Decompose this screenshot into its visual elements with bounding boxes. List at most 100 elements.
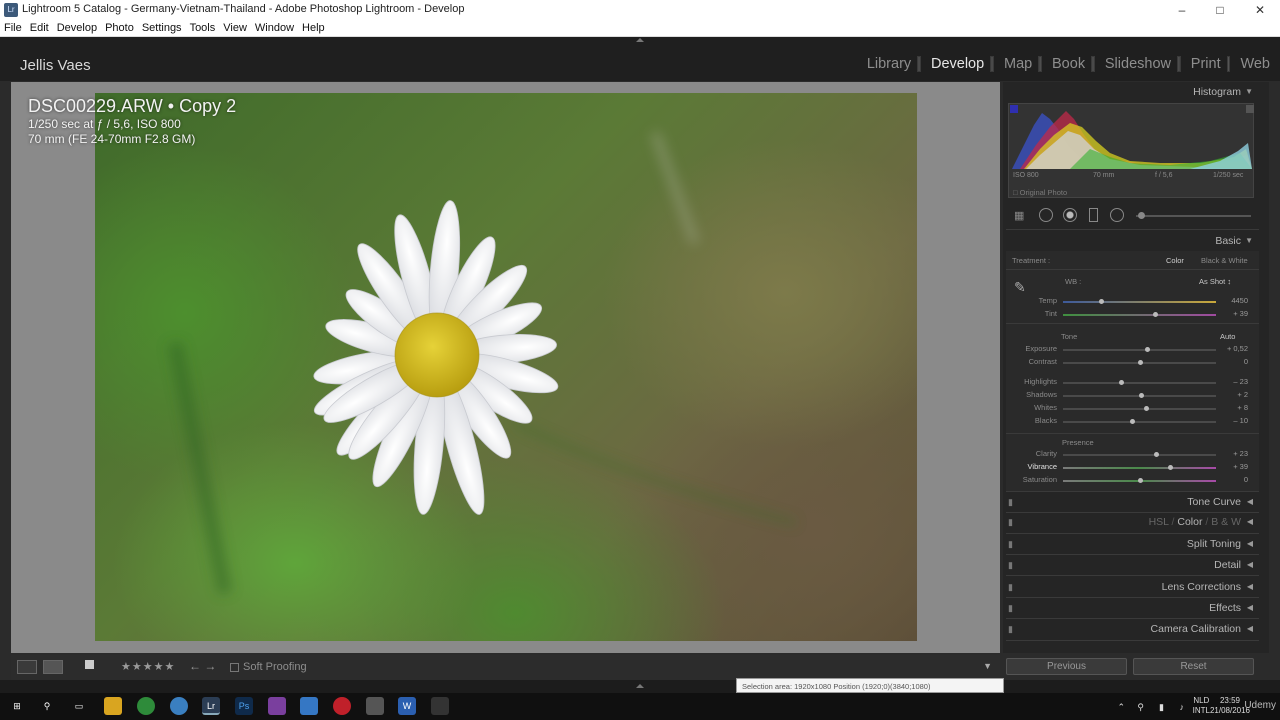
panel-switch-icon[interactable]: ▮ — [1008, 492, 1013, 512]
app-icon[interactable] — [268, 697, 286, 715]
rating-stars[interactable]: ★★★★★ — [121, 660, 175, 673]
network-icon[interactable]: ⚲ — [1137, 702, 1144, 713]
panel-switch-icon[interactable]: ▮ — [1008, 555, 1013, 575]
rotate-arrows-icon[interactable]: ← → — [189, 659, 216, 673]
slider-track[interactable] — [1063, 454, 1216, 456]
tone-curve-panel-header[interactable]: ▮ Tone Curve ◀ — [1006, 492, 1259, 512]
split-toning-panel-header[interactable]: ▮ Split Toning ◀ — [1006, 534, 1259, 554]
slider-track[interactable] — [1063, 382, 1216, 384]
histogram-header[interactable]: Histogram ▼ — [1006, 82, 1259, 102]
menu-window[interactable]: Window — [251, 20, 298, 34]
soft-proofing-checkbox[interactable] — [230, 663, 239, 672]
basic-panel-header[interactable]: Basic ▼ — [1006, 231, 1259, 251]
slider-value[interactable]: – 23 — [1218, 377, 1248, 386]
slider-row-shadows[interactable]: Shadows + 2 — [1006, 390, 1259, 402]
slider-value[interactable]: + 39 — [1218, 309, 1248, 318]
previous-button[interactable]: Previous — [1006, 658, 1127, 675]
before-after-view-button[interactable] — [43, 660, 63, 674]
slider-track[interactable] — [1063, 314, 1216, 316]
color-tab[interactable]: Color — [1177, 516, 1202, 528]
module-map[interactable]: Map — [1004, 56, 1032, 72]
chrome-icon[interactable] — [137, 697, 155, 715]
crop-tool-icon[interactable]: ▦ — [1014, 209, 1024, 222]
slider-value[interactable]: – 10 — [1218, 416, 1248, 425]
hsl-tab[interactable]: HSL — [1149, 516, 1169, 528]
module-slideshow[interactable]: Slideshow — [1105, 56, 1171, 72]
maximize-button[interactable]: □ — [1200, 0, 1240, 20]
slider-row-whites[interactable]: Whites + 8 — [1006, 403, 1259, 415]
menu-file[interactable]: File — [0, 20, 26, 34]
slider-track[interactable] — [1063, 301, 1216, 303]
menu-develop[interactable]: Develop — [53, 20, 101, 34]
top-panel-toggle-icon[interactable] — [636, 38, 644, 42]
slider-value[interactable]: 0 — [1218, 357, 1248, 366]
start-icon[interactable]: ⊞ — [8, 697, 26, 715]
slider-value[interactable]: 0 — [1218, 475, 1248, 484]
slider-row-temp[interactable]: Temp 4450 — [1006, 296, 1259, 308]
slider-thumb[interactable] — [1137, 360, 1143, 365]
slider-value[interactable]: + 0,52 — [1218, 344, 1248, 353]
app-icon[interactable] — [170, 697, 188, 715]
slider-thumb[interactable] — [1168, 465, 1174, 470]
module-web[interactable]: Web — [1240, 56, 1270, 72]
slider-track[interactable] — [1063, 467, 1216, 469]
app-icon[interactable] — [431, 697, 449, 715]
slider-value[interactable]: + 39 — [1218, 462, 1248, 471]
treatment-color-option[interactable]: Color — [1166, 256, 1184, 265]
panel-switch-icon[interactable]: ▮ — [1008, 534, 1013, 554]
word-icon[interactable]: W — [398, 697, 416, 715]
wb-preset-dropdown[interactable]: As Shot ↕ — [1199, 277, 1231, 286]
module-develop[interactable]: Develop — [931, 56, 984, 72]
red-eye-icon[interactable] — [1063, 208, 1077, 222]
bw-tab[interactable]: B & W — [1211, 516, 1241, 528]
app-icon[interactable] — [300, 697, 318, 715]
menu-settings[interactable]: Settings — [138, 20, 186, 34]
battery-icon[interactable]: ▮ — [1159, 702, 1164, 713]
lens-corrections-panel-header[interactable]: ▮ Lens Corrections ◀ — [1006, 577, 1259, 597]
volume-icon[interactable]: ♪ — [1180, 702, 1185, 712]
filmstrip-toggle-icon[interactable] — [636, 684, 644, 688]
menu-edit[interactable]: Edit — [26, 20, 53, 34]
slider-thumb[interactable] — [1152, 312, 1158, 317]
slider-thumb[interactable] — [1137, 478, 1143, 483]
slider-thumb[interactable] — [1119, 380, 1125, 385]
input-language[interactable]: NLD INTL — [1193, 696, 1210, 716]
panel-switch-icon[interactable]: ▮ — [1008, 619, 1013, 639]
slider-track[interactable] — [1063, 408, 1216, 410]
toolbar-dropdown-icon[interactable]: ▼ — [983, 661, 992, 671]
slider-row-exposure[interactable]: Exposure + 0,52 — [1006, 344, 1259, 356]
radial-filter-icon[interactable] — [1110, 208, 1124, 222]
filmstrip-collapsed[interactable] — [0, 680, 1280, 693]
slider-row-vibrance[interactable]: Vibrance + 39 — [1006, 462, 1259, 474]
slider-value[interactable]: + 23 — [1218, 449, 1248, 458]
adjustment-brush-icon[interactable] — [1138, 212, 1145, 219]
photoshop-taskbar-icon[interactable]: Ps — [235, 697, 253, 715]
module-library[interactable]: Library — [867, 56, 911, 72]
histogram[interactable]: ISO 800 70 mm f / 5,6 1/250 sec □ Origin… — [1008, 103, 1254, 198]
lightroom-taskbar-icon[interactable]: Lr — [202, 697, 220, 715]
flag-icon[interactable] — [85, 660, 94, 669]
reset-button[interactable]: Reset — [1133, 658, 1254, 675]
slider-value[interactable]: + 2 — [1218, 390, 1248, 399]
loupe-view-button[interactable] — [17, 660, 37, 674]
tray-expand-icon[interactable]: ⌃ — [1117, 702, 1125, 713]
slider-value[interactable]: + 8 — [1218, 403, 1248, 412]
graduated-filter-icon[interactable] — [1089, 208, 1098, 222]
photo-preview[interactable] — [95, 93, 917, 641]
slider-thumb[interactable] — [1145, 347, 1151, 352]
treatment-bw-option[interactable]: Black & White — [1201, 256, 1248, 265]
slider-row-blacks[interactable]: Blacks – 10 — [1006, 416, 1259, 428]
panel-switch-icon[interactable]: ▮ — [1008, 512, 1013, 532]
slider-row-highlights[interactable]: Highlights – 23 — [1006, 377, 1259, 389]
close-button[interactable]: ✕ — [1240, 0, 1280, 20]
slider-track[interactable] — [1063, 421, 1216, 423]
white-balance-eyedropper-icon[interactable]: ✎ — [1014, 279, 1026, 296]
task-view-icon[interactable]: ▭ — [70, 697, 88, 715]
menu-view[interactable]: View — [219, 20, 251, 34]
slider-thumb[interactable] — [1143, 406, 1149, 411]
detail-panel-header[interactable]: ▮ Detail ◀ — [1006, 555, 1259, 575]
slider-thumb[interactable] — [1139, 393, 1145, 398]
app-icon[interactable] — [366, 697, 384, 715]
menu-help[interactable]: Help — [298, 20, 329, 34]
slider-row-saturation[interactable]: Saturation 0 — [1006, 475, 1259, 487]
